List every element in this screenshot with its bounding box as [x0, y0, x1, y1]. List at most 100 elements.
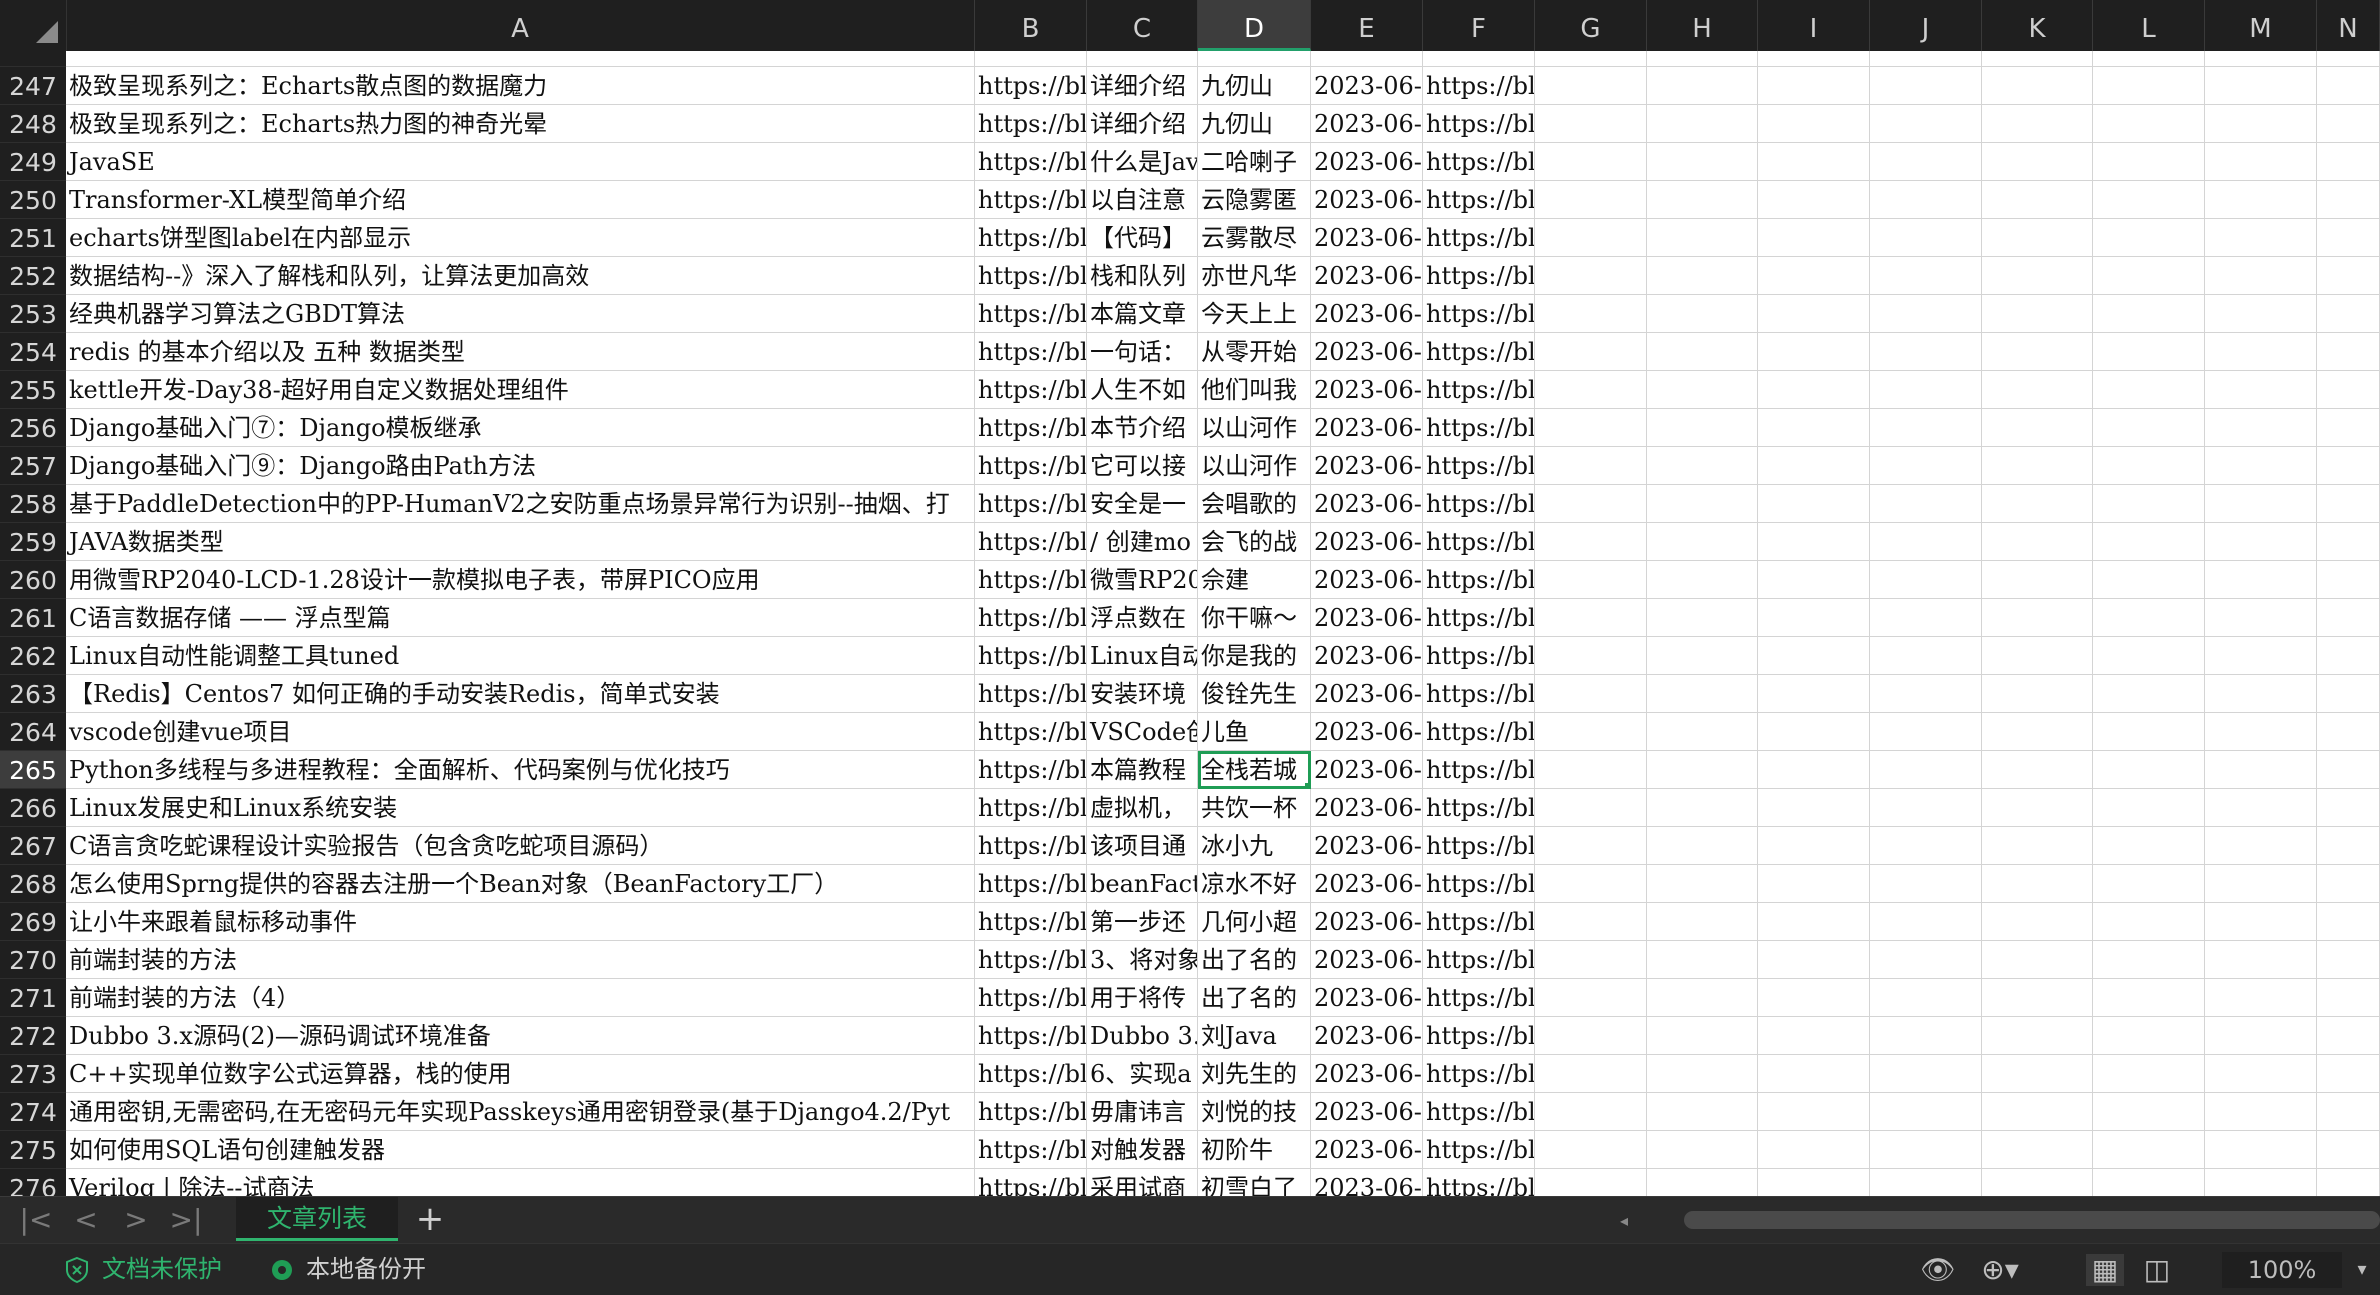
- cell-empty[interactable]: [1758, 941, 1870, 979]
- cell-empty[interactable]: [1647, 523, 1758, 561]
- cell-empty[interactable]: [1870, 599, 1982, 637]
- cell-empty[interactable]: [1535, 333, 1647, 371]
- cell-empty[interactable]: [1870, 1131, 1982, 1169]
- cell-empty[interactable]: [1982, 181, 2093, 219]
- cell-d[interactable]: 会唱歌的: [1198, 485, 1311, 523]
- row-header[interactable]: 247: [0, 67, 66, 105]
- cell-empty[interactable]: [1535, 295, 1647, 333]
- cell-d[interactable]: 俊铨先生: [1198, 675, 1311, 713]
- cell-empty[interactable]: [1870, 295, 1982, 333]
- cell-f[interactable]: https://blog.csdn.net/qq_44920229: [1423, 713, 1535, 751]
- protection-status[interactable]: 文档未保护: [102, 1244, 222, 1295]
- cell-b[interactable]: https://bl: [975, 181, 1087, 219]
- cell-c[interactable]: 3、将对象: [1087, 941, 1198, 979]
- cell-c[interactable]: Linux自动: [1087, 637, 1198, 675]
- cell-empty[interactable]: [1982, 523, 2093, 561]
- row-header[interactable]: 257: [0, 447, 66, 485]
- cell[interactable]: [1311, 51, 1423, 67]
- add-sheet-button[interactable]: +: [410, 1201, 450, 1239]
- cell-d[interactable]: 佘建: [1198, 561, 1311, 599]
- cell-a[interactable]: 用微雪RP2040-LCD-1.28设计一款模拟电子表，带屏PICO应用: [66, 561, 975, 599]
- cell-empty[interactable]: [2093, 675, 2205, 713]
- cell-f[interactable]: https://blog.csdn.net/qq_48575500: [1423, 865, 1535, 903]
- cell-empty[interactable]: [1647, 903, 1758, 941]
- cell-empty[interactable]: [1982, 1055, 2093, 1093]
- cell-d[interactable]: 他们叫我: [1198, 371, 1311, 409]
- cell-empty[interactable]: [2205, 181, 2317, 219]
- row-header[interactable]: 263: [0, 675, 66, 713]
- cell-e[interactable]: 2023-06-23: [1311, 599, 1423, 637]
- cell-c[interactable]: 虚拟机，: [1087, 789, 1198, 827]
- cell-b[interactable]: https://bl: [975, 979, 1087, 1017]
- cell-empty[interactable]: [1647, 751, 1758, 789]
- cell-d[interactable]: 你是我的: [1198, 637, 1311, 675]
- cell-a[interactable]: Transformer-XL模型简单介绍: [66, 181, 975, 219]
- cell-d[interactable]: 今天上上: [1198, 295, 1311, 333]
- cell-d[interactable]: 九仞山: [1198, 105, 1311, 143]
- cell-empty[interactable]: [1982, 751, 2093, 789]
- cell-empty[interactable]: [1535, 485, 1647, 523]
- cell-empty[interactable]: [1758, 257, 1870, 295]
- cell-e[interactable]: 2023-06-22: [1311, 181, 1423, 219]
- cell-d[interactable]: 亦世凡华: [1198, 257, 1311, 295]
- cell-a[interactable]: Verilog | 除法--试商法: [66, 1169, 975, 1196]
- cell-empty[interactable]: [1870, 713, 1982, 751]
- cell-empty[interactable]: [1647, 599, 1758, 637]
- cell-e[interactable]: 2023-06-23: [1311, 1169, 1423, 1196]
- cell-empty[interactable]: [2093, 219, 2205, 257]
- cell-f[interactable]: https://blog.csdn.net/qq_1498869403: [1423, 675, 1535, 713]
- cell-d[interactable]: 云隐雾匿: [1198, 181, 1311, 219]
- cell-empty[interactable]: [1870, 371, 1982, 409]
- eye-protection-icon[interactable]: 👁: [1918, 1254, 1958, 1286]
- cell-empty[interactable]: [2093, 523, 2205, 561]
- cell-e[interactable]: 2023-06-24: [1311, 447, 1423, 485]
- cell-d[interactable]: 儿鱼: [1198, 713, 1311, 751]
- cell-c[interactable]: 6、实现a: [1087, 1055, 1198, 1093]
- cell-empty[interactable]: [2317, 485, 2380, 523]
- cell-c[interactable]: 详细介绍: [1087, 67, 1198, 105]
- cell-empty[interactable]: [2317, 1131, 2380, 1169]
- cell-empty[interactable]: [1758, 409, 1870, 447]
- cell-a[interactable]: 【Redis】Centos7 如何正确的手动安装Redis，简单式安装: [66, 675, 975, 713]
- cell-d[interactable]: 冰小九: [1198, 827, 1311, 865]
- cell-empty[interactable]: [1758, 219, 1870, 257]
- cell[interactable]: [1198, 51, 1311, 67]
- cell[interactable]: [2093, 51, 2205, 67]
- cell-d[interactable]: 以山河作: [1198, 409, 1311, 447]
- column-header-l[interactable]: L: [2093, 0, 2205, 51]
- cell-empty[interactable]: [1870, 637, 1982, 675]
- cell-empty[interactable]: [2093, 409, 2205, 447]
- cell-a[interactable]: 前端封装的方法（4）: [66, 979, 975, 1017]
- cell-f[interactable]: https://blog.csdn.net/weixin_50804299: [1423, 409, 1535, 447]
- cell-empty[interactable]: [2093, 447, 2205, 485]
- cell-empty[interactable]: [2317, 143, 2380, 181]
- cell-d[interactable]: 出了名的: [1198, 941, 1311, 979]
- cell-empty[interactable]: [2317, 409, 2380, 447]
- cell-c[interactable]: / 创建mo: [1087, 523, 1198, 561]
- cell-empty[interactable]: [1758, 105, 1870, 143]
- cell-empty[interactable]: [2317, 295, 2380, 333]
- row-header[interactable]: 275: [0, 1131, 66, 1169]
- column-header-i[interactable]: I: [1758, 0, 1870, 51]
- cell-empty[interactable]: [2205, 333, 2317, 371]
- cell-empty[interactable]: [2093, 903, 2205, 941]
- cell-empty[interactable]: [1982, 637, 2093, 675]
- cell-a[interactable]: 通用密钥,无需密码,在无密码元年实现Passkeys通用密钥登录(基于Djang…: [66, 1093, 975, 1131]
- cell-empty[interactable]: [1982, 865, 2093, 903]
- cell-c[interactable]: 安全是一: [1087, 485, 1198, 523]
- row-header[interactable]: 266: [0, 789, 66, 827]
- cell-empty[interactable]: [1535, 523, 1647, 561]
- cell-a[interactable]: 经典机器学习算法之GBDT算法: [66, 295, 975, 333]
- cell-e[interactable]: 2023-06-24: [1311, 295, 1423, 333]
- cell-empty[interactable]: [1870, 257, 1982, 295]
- cell-d[interactable]: 从零开始: [1198, 333, 1311, 371]
- row-header[interactable]: 274: [0, 1093, 66, 1131]
- cell-d[interactable]: 会飞的战: [1198, 523, 1311, 561]
- cell-empty[interactable]: [2205, 219, 2317, 257]
- cell-empty[interactable]: [1982, 789, 2093, 827]
- cell-empty[interactable]: [2317, 447, 2380, 485]
- row-header[interactable]: 250: [0, 181, 66, 219]
- cell-c[interactable]: 以自注意: [1087, 181, 1198, 219]
- cell-empty[interactable]: [1982, 1169, 2093, 1196]
- cell-empty[interactable]: [1647, 485, 1758, 523]
